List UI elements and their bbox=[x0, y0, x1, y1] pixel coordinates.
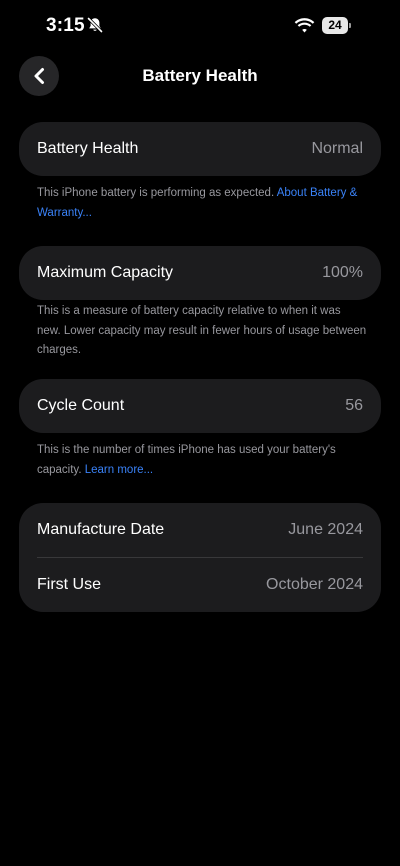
dates-card: Manufacture Date June 2024 First Use Oct… bbox=[19, 503, 381, 612]
battery-health-note: This iPhone battery is performing as exp… bbox=[37, 184, 367, 223]
battery-health-label: Battery Health bbox=[37, 140, 139, 157]
cycle-count-value: 56 bbox=[345, 397, 363, 414]
battery-level: 24 bbox=[322, 17, 348, 34]
maximum-capacity-row: Maximum Capacity 100% bbox=[19, 246, 381, 300]
battery-health-note-text: This iPhone battery is performing as exp… bbox=[37, 187, 275, 199]
learn-more-link[interactable]: Learn more... bbox=[85, 464, 153, 476]
maximum-capacity-value: 100% bbox=[322, 264, 363, 281]
manufacture-date-value: June 2024 bbox=[288, 521, 363, 538]
bell-slash-icon bbox=[86, 16, 104, 34]
cycle-count-label: Cycle Count bbox=[37, 397, 125, 414]
battery-health-value: Normal bbox=[311, 140, 363, 157]
cycle-count-row: Cycle Count 56 bbox=[19, 379, 381, 433]
wifi-icon bbox=[294, 18, 315, 34]
cycle-count-note: This is the number of times iPhone has u… bbox=[37, 441, 367, 480]
first-use-row: First Use October 2024 bbox=[19, 558, 381, 612]
maximum-capacity-card: Maximum Capacity 100% bbox=[19, 246, 381, 300]
battery-health-row: Battery Health Normal bbox=[19, 122, 381, 176]
manufacture-date-label: Manufacture Date bbox=[37, 521, 165, 538]
first-use-value: October 2024 bbox=[266, 576, 363, 593]
battery-icon: 24 bbox=[322, 17, 352, 34]
page-title: Battery Health bbox=[142, 66, 258, 85]
battery-nub bbox=[349, 23, 351, 28]
battery-health-card: Battery Health Normal bbox=[19, 122, 381, 176]
status-bar: 3:15 24 bbox=[0, 0, 400, 56]
status-time: 3:15 bbox=[46, 15, 85, 36]
manufacture-date-row: Manufacture Date June 2024 bbox=[19, 503, 381, 557]
cycle-count-note-text: This is the number of times iPhone has u… bbox=[37, 444, 336, 476]
maximum-capacity-label: Maximum Capacity bbox=[37, 264, 174, 281]
maximum-capacity-note: This is a measure of battery capacity re… bbox=[37, 305, 367, 356]
first-use-label: First Use bbox=[37, 576, 101, 593]
cycle-count-card: Cycle Count 56 bbox=[19, 379, 381, 433]
